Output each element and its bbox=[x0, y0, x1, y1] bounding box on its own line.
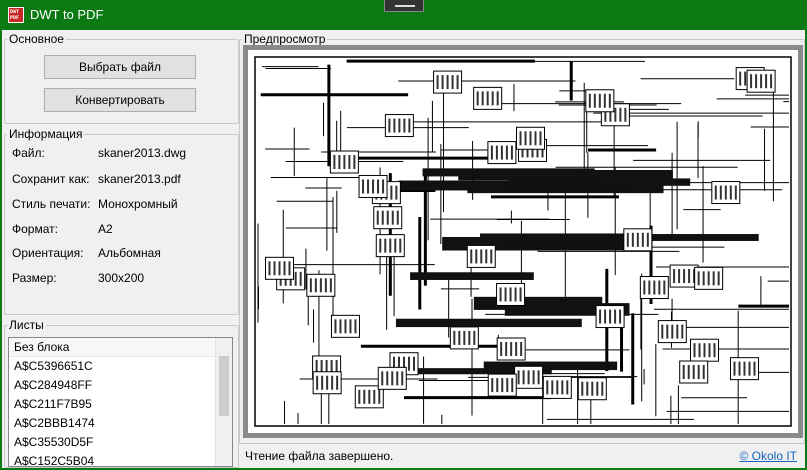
format-value: A2 bbox=[98, 222, 113, 236]
file-value: skaner2013.dwg bbox=[98, 146, 187, 160]
list-item[interactable]: A$C35530D5F bbox=[9, 433, 232, 452]
status-text: Чтение файла завершено. bbox=[245, 449, 394, 463]
list-scrollbar[interactable] bbox=[215, 338, 232, 466]
format-label: Формат: bbox=[12, 222, 58, 236]
chip-mark bbox=[264, 256, 294, 280]
save-as-label: Сохранит как: bbox=[12, 172, 90, 186]
app-icon-text-bottom: PDF bbox=[10, 15, 20, 21]
chip-mark bbox=[329, 150, 359, 174]
chip-mark bbox=[514, 365, 544, 389]
window-title: DWT to PDF bbox=[30, 7, 104, 22]
chip-mark bbox=[449, 326, 479, 350]
chip-mark bbox=[466, 244, 496, 268]
orientation-label: Ориентация: bbox=[12, 246, 84, 260]
chip-mark bbox=[375, 234, 405, 258]
chip-mark bbox=[358, 174, 388, 198]
chip-mark bbox=[657, 320, 687, 344]
title-bar: DWT PDF DWT to PDF bbox=[0, 0, 807, 30]
preview-group-legend: Предпросмотр bbox=[244, 32, 326, 46]
drag-handle-icon[interactable] bbox=[384, 0, 424, 12]
chip-mark bbox=[679, 360, 709, 384]
chip-mark bbox=[373, 206, 403, 230]
list-item[interactable]: A$C284948FF bbox=[9, 376, 232, 395]
chip-mark bbox=[689, 338, 719, 362]
chip-mark bbox=[639, 276, 669, 300]
list-item[interactable]: A$C152C5B04 bbox=[9, 452, 232, 466]
sheets-group-legend: Листы bbox=[9, 318, 44, 332]
print-style-label: Стиль печати: bbox=[12, 197, 91, 211]
select-file-button[interactable]: Выбрать файл bbox=[44, 55, 196, 79]
chip-mark bbox=[312, 371, 342, 395]
chip-mark bbox=[694, 266, 724, 290]
save-as-value: skaner2013.pdf bbox=[98, 172, 181, 186]
chip-mark bbox=[487, 373, 517, 397]
convert-button[interactable]: Конвертировать bbox=[44, 88, 196, 112]
file-label: Файл: bbox=[12, 146, 45, 160]
list-item[interactable]: A$C2BBB1474 bbox=[9, 414, 232, 433]
list-item[interactable]: Без блока bbox=[9, 338, 232, 357]
size-value: 300x200 bbox=[98, 271, 145, 285]
chip-mark bbox=[330, 314, 360, 338]
scrollbar-thumb[interactable] bbox=[219, 356, 229, 416]
chip-mark bbox=[669, 264, 699, 288]
chip-mark bbox=[623, 228, 653, 252]
size-label: Размер: bbox=[12, 271, 57, 285]
list-item[interactable]: A$C211F7B95 bbox=[9, 395, 232, 414]
chip-mark bbox=[542, 375, 572, 399]
chip-mark bbox=[433, 70, 463, 94]
info-group-legend: Информация bbox=[9, 127, 83, 141]
chip-mark bbox=[585, 89, 615, 113]
chip-mark bbox=[487, 141, 517, 165]
chip-mark bbox=[516, 126, 546, 150]
chip-mark bbox=[729, 357, 759, 381]
chip-mark bbox=[473, 86, 503, 110]
okolo-link[interactable]: © Okolo IT bbox=[739, 449, 797, 463]
chip-mark bbox=[577, 377, 607, 401]
list-item[interactable]: A$C5396651C bbox=[9, 357, 232, 376]
chip-mark bbox=[496, 337, 526, 361]
orientation-value: Альбомная bbox=[98, 246, 161, 260]
sheets-list[interactable]: Без блока A$C5396651C A$C284948FF A$C211… bbox=[8, 337, 233, 467]
chip-mark bbox=[377, 366, 407, 390]
chip-mark bbox=[746, 69, 776, 93]
chip-mark bbox=[595, 305, 625, 329]
chip-mark bbox=[384, 114, 414, 138]
preview-area bbox=[243, 45, 803, 438]
app-icon: DWT PDF bbox=[8, 7, 24, 23]
chip-mark bbox=[496, 282, 526, 306]
main-window: Основное Выбрать файл Конвертировать Инф… bbox=[2, 30, 805, 468]
chip-mark bbox=[306, 273, 336, 297]
main-group-legend: Основное bbox=[9, 32, 64, 46]
chip-mark bbox=[711, 181, 741, 205]
circuit-drawing bbox=[248, 50, 798, 433]
print-style-value: Монохромный bbox=[98, 197, 178, 211]
